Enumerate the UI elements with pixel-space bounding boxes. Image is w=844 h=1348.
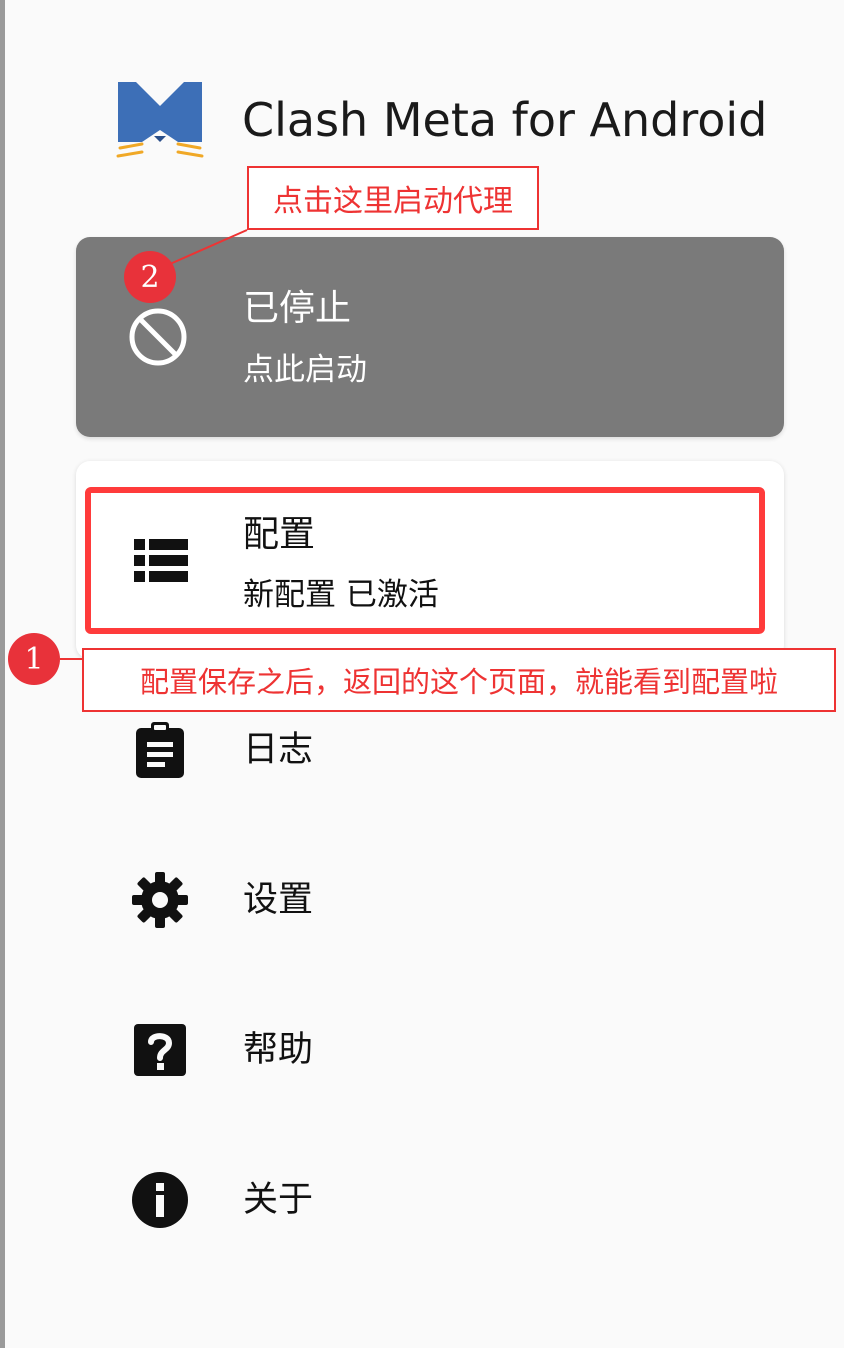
app-logo-icon	[116, 82, 204, 158]
info-icon	[132, 1172, 188, 1228]
window-left-edge	[0, 0, 5, 1348]
annotation-badge-1: 1	[8, 633, 60, 685]
clipboard-icon	[136, 722, 184, 778]
menu-item-label: 帮助	[243, 1030, 314, 1070]
menu-item-help[interactable]: 帮助	[112, 1010, 712, 1090]
annotation-badge-2: 2	[124, 251, 176, 303]
gear-icon	[132, 872, 188, 928]
profile-subtitle: 新配置 已激活	[243, 577, 439, 613]
annotation-callout-start: 点击这里启动代理	[247, 166, 539, 230]
profile-card[interactable]: 配置 新配置 已激活	[76, 461, 784, 659]
block-icon	[129, 308, 187, 366]
annotation-callout-profile: 配置保存之后，返回的这个页面，就能看到配置啦	[82, 648, 836, 712]
app-title: Clash Meta for Android	[242, 93, 768, 147]
menu-item-settings[interactable]: 设置	[112, 860, 712, 940]
menu-item-label: 设置	[243, 880, 314, 920]
list-icon	[134, 539, 188, 582]
menu-item-logs[interactable]: 日志	[112, 710, 712, 790]
menu-item-label: 关于	[243, 1180, 314, 1220]
menu-item-label: 日志	[243, 730, 314, 770]
help-icon	[134, 1024, 186, 1076]
status-title: 已停止	[243, 288, 352, 329]
menu-item-about[interactable]: 关于	[112, 1160, 712, 1240]
status-subtitle: 点此启动	[243, 352, 367, 388]
app-header: Clash Meta for Android	[112, 76, 812, 166]
status-card[interactable]: 已停止 点此启动	[76, 237, 784, 437]
profile-title: 配置	[243, 514, 316, 555]
